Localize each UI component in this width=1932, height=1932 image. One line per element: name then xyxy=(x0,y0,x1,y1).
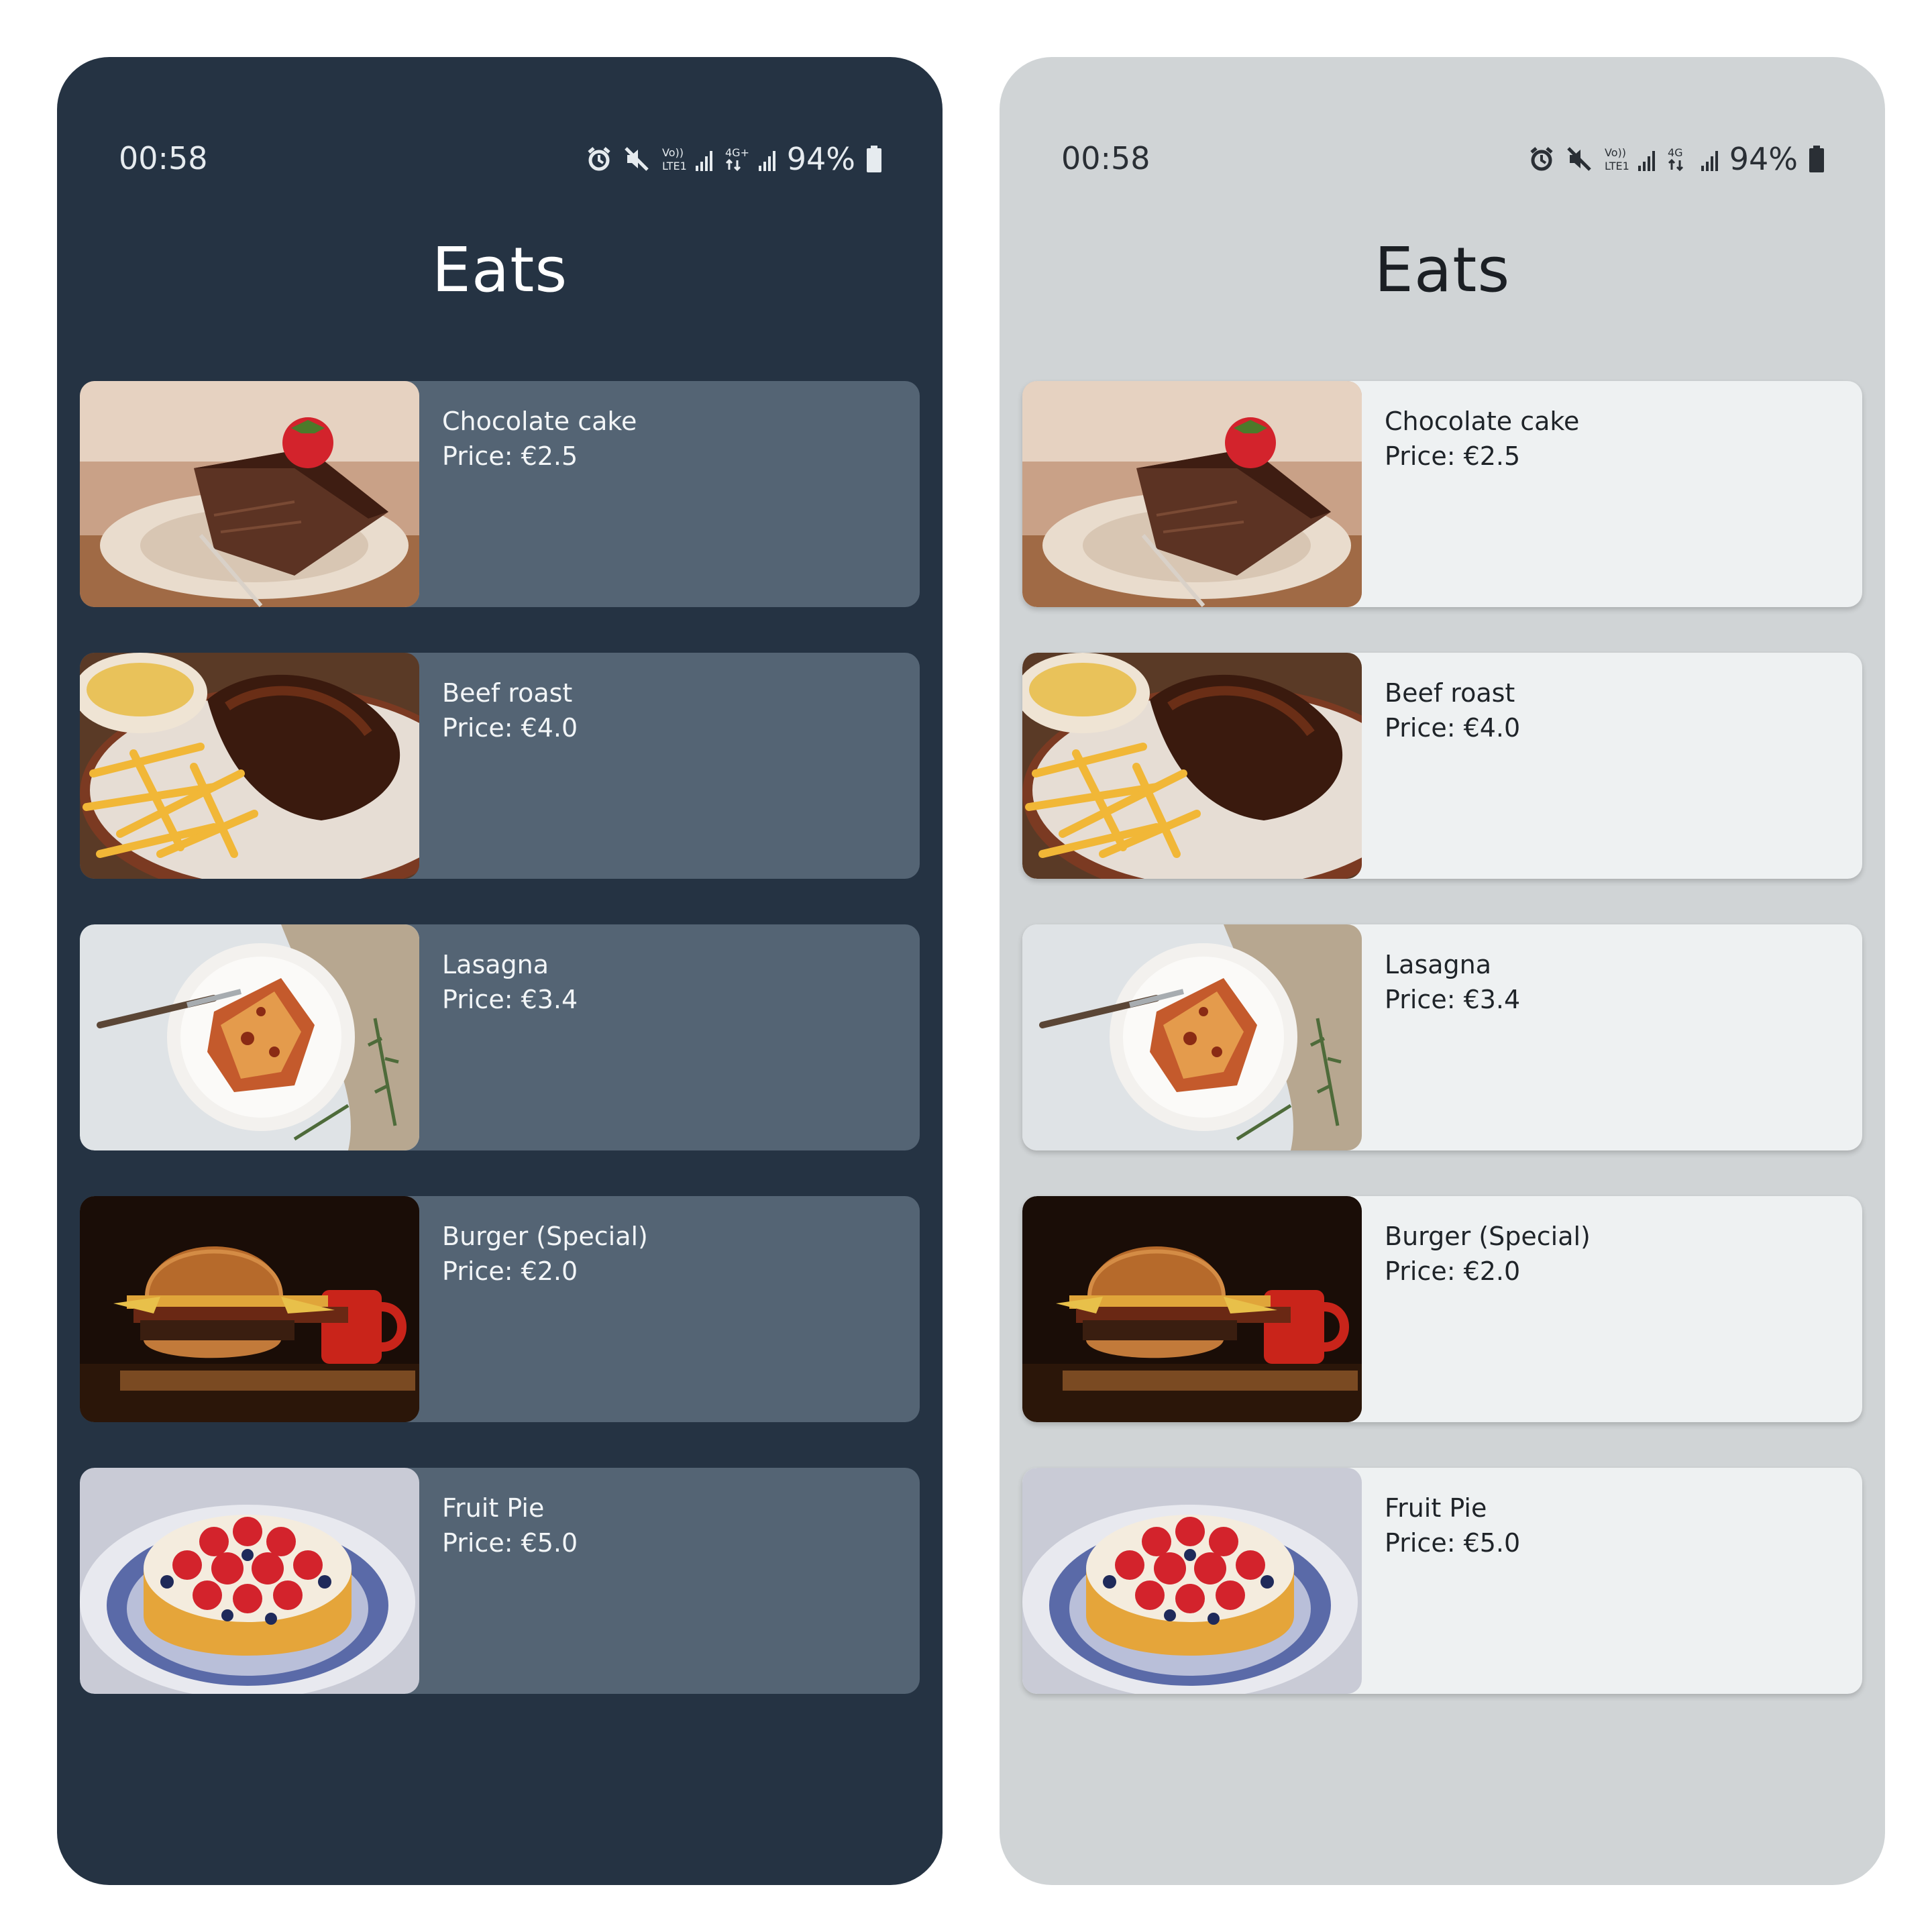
status-bar: 00:58 Vo)) LTE1 4G 94% xyxy=(1000,57,1885,174)
svg-text:LTE1: LTE1 xyxy=(1605,160,1629,172)
item-name: Chocolate cake xyxy=(442,407,637,436)
alarm-icon xyxy=(586,146,612,172)
volte-signal-icon: Vo)) LTE1 xyxy=(1603,144,1656,174)
battery-icon xyxy=(1809,146,1825,172)
battery-icon xyxy=(866,146,882,172)
app-title: Eats xyxy=(1374,234,1511,306)
chocolate-cake-image xyxy=(1022,381,1362,607)
item-name: Burger (Special) xyxy=(1385,1222,1591,1251)
lasagna-image xyxy=(1022,924,1362,1150)
menu-list: Chocolate cake Price: €2.5 Beef roast Pr… xyxy=(80,381,920,1739)
mute-icon xyxy=(1566,146,1593,172)
item-name: Chocolate cake xyxy=(1385,407,1580,436)
item-price: Price: €3.4 xyxy=(1385,985,1521,1014)
app-title: Eats xyxy=(431,234,568,306)
item-price: Price: €3.4 xyxy=(442,985,578,1014)
item-name: Burger (Special) xyxy=(442,1222,648,1251)
4g-signal-icon: 4G+ xyxy=(724,144,776,174)
mute-icon xyxy=(623,146,650,172)
menu-item-text: Lasagna Price: €3.4 xyxy=(419,924,578,1150)
svg-text:4G: 4G xyxy=(1668,146,1683,159)
menu-item-lasagna[interactable]: Lasagna Price: €3.4 xyxy=(1022,924,1862,1150)
status-icons: Vo)) LTE1 4G 94% xyxy=(1528,142,1825,176)
4g-signal-icon: 4G xyxy=(1666,144,1719,174)
item-name: Beef roast xyxy=(442,678,573,708)
burger-image xyxy=(1022,1196,1362,1422)
menu-item-burger-special[interactable]: Burger (Special) Price: €2.0 xyxy=(80,1196,920,1422)
battery-percentage: 94% xyxy=(1729,141,1798,177)
lasagna-image xyxy=(80,924,419,1150)
item-price: Price: €5.0 xyxy=(1385,1528,1521,1558)
menu-item-fruit-pie[interactable]: Fruit Pie Price: €5.0 xyxy=(1022,1468,1862,1694)
status-time: 00:58 xyxy=(1061,140,1150,176)
battery-percentage: 94% xyxy=(786,141,855,177)
menu-item-beef-roast[interactable]: Beef roast Price: €4.0 xyxy=(1022,653,1862,879)
menu-item-text: Burger (Special) Price: €2.0 xyxy=(419,1196,648,1422)
status-time: 00:58 xyxy=(119,140,208,176)
item-price: Price: €2.5 xyxy=(1385,441,1521,471)
menu-item-fruit-pie[interactable]: Fruit Pie Price: €5.0 xyxy=(80,1468,920,1694)
menu-item-text: Chocolate cake Price: €2.5 xyxy=(1362,381,1579,607)
svg-text:4G+: 4G+ xyxy=(725,146,749,159)
item-name: Fruit Pie xyxy=(442,1493,545,1523)
item-price: Price: €5.0 xyxy=(442,1528,578,1558)
fruit-pie-image xyxy=(80,1468,419,1694)
menu-item-burger-special[interactable]: Burger (Special) Price: €2.0 xyxy=(1022,1196,1862,1422)
item-name: Beef roast xyxy=(1385,678,1515,708)
phone-screen-dark: 00:58 Vo)) LTE1 4G+ 94% Eats Chocolate c… xyxy=(57,57,943,1885)
menu-item-chocolate-cake[interactable]: Chocolate cake Price: €2.5 xyxy=(80,381,920,607)
item-price: Price: €2.0 xyxy=(1385,1256,1521,1286)
menu-item-text: Chocolate cake Price: €2.5 xyxy=(419,381,637,607)
menu-item-text: Lasagna Price: €3.4 xyxy=(1362,924,1520,1150)
item-price: Price: €2.5 xyxy=(442,441,578,471)
svg-text:Vo)): Vo)) xyxy=(1605,146,1626,159)
item-name: Lasagna xyxy=(1385,950,1492,979)
alarm-icon xyxy=(1528,146,1555,172)
status-icons: Vo)) LTE1 4G+ 94% xyxy=(586,142,882,176)
svg-text:Vo)): Vo)) xyxy=(662,146,684,159)
menu-item-lasagna[interactable]: Lasagna Price: €3.4 xyxy=(80,924,920,1150)
fruit-pie-image xyxy=(1022,1468,1362,1694)
menu-list: Chocolate cake Price: €2.5 Beef roast Pr… xyxy=(1022,381,1862,1739)
menu-item-text: Beef roast Price: €4.0 xyxy=(419,653,578,879)
burger-image xyxy=(80,1196,419,1422)
phone-screen-light: 00:58 Vo)) LTE1 4G 94% Eats Chocolate ca… xyxy=(1000,57,1885,1885)
menu-item-text: Fruit Pie Price: €5.0 xyxy=(1362,1468,1520,1694)
beef-roast-image xyxy=(1022,653,1362,879)
status-bar: 00:58 Vo)) LTE1 4G+ 94% xyxy=(57,57,943,174)
item-price: Price: €2.0 xyxy=(442,1256,578,1286)
menu-item-chocolate-cake[interactable]: Chocolate cake Price: €2.5 xyxy=(1022,381,1862,607)
menu-item-text: Beef roast Price: €4.0 xyxy=(1362,653,1520,879)
item-name: Lasagna xyxy=(442,950,549,979)
beef-roast-image xyxy=(80,653,419,879)
chocolate-cake-image xyxy=(80,381,419,607)
menu-item-beef-roast[interactable]: Beef roast Price: €4.0 xyxy=(80,653,920,879)
screenshot-stage: 00:58 Vo)) LTE1 4G+ 94% Eats Chocolate c… xyxy=(0,0,1932,1932)
volte-signal-icon: Vo)) LTE1 xyxy=(661,144,713,174)
svg-text:LTE1: LTE1 xyxy=(662,160,687,172)
item-price: Price: €4.0 xyxy=(1385,713,1521,743)
item-price: Price: €4.0 xyxy=(442,713,578,743)
item-name: Fruit Pie xyxy=(1385,1493,1487,1523)
menu-item-text: Burger (Special) Price: €2.0 xyxy=(1362,1196,1591,1422)
menu-item-text: Fruit Pie Price: €5.0 xyxy=(419,1468,578,1694)
